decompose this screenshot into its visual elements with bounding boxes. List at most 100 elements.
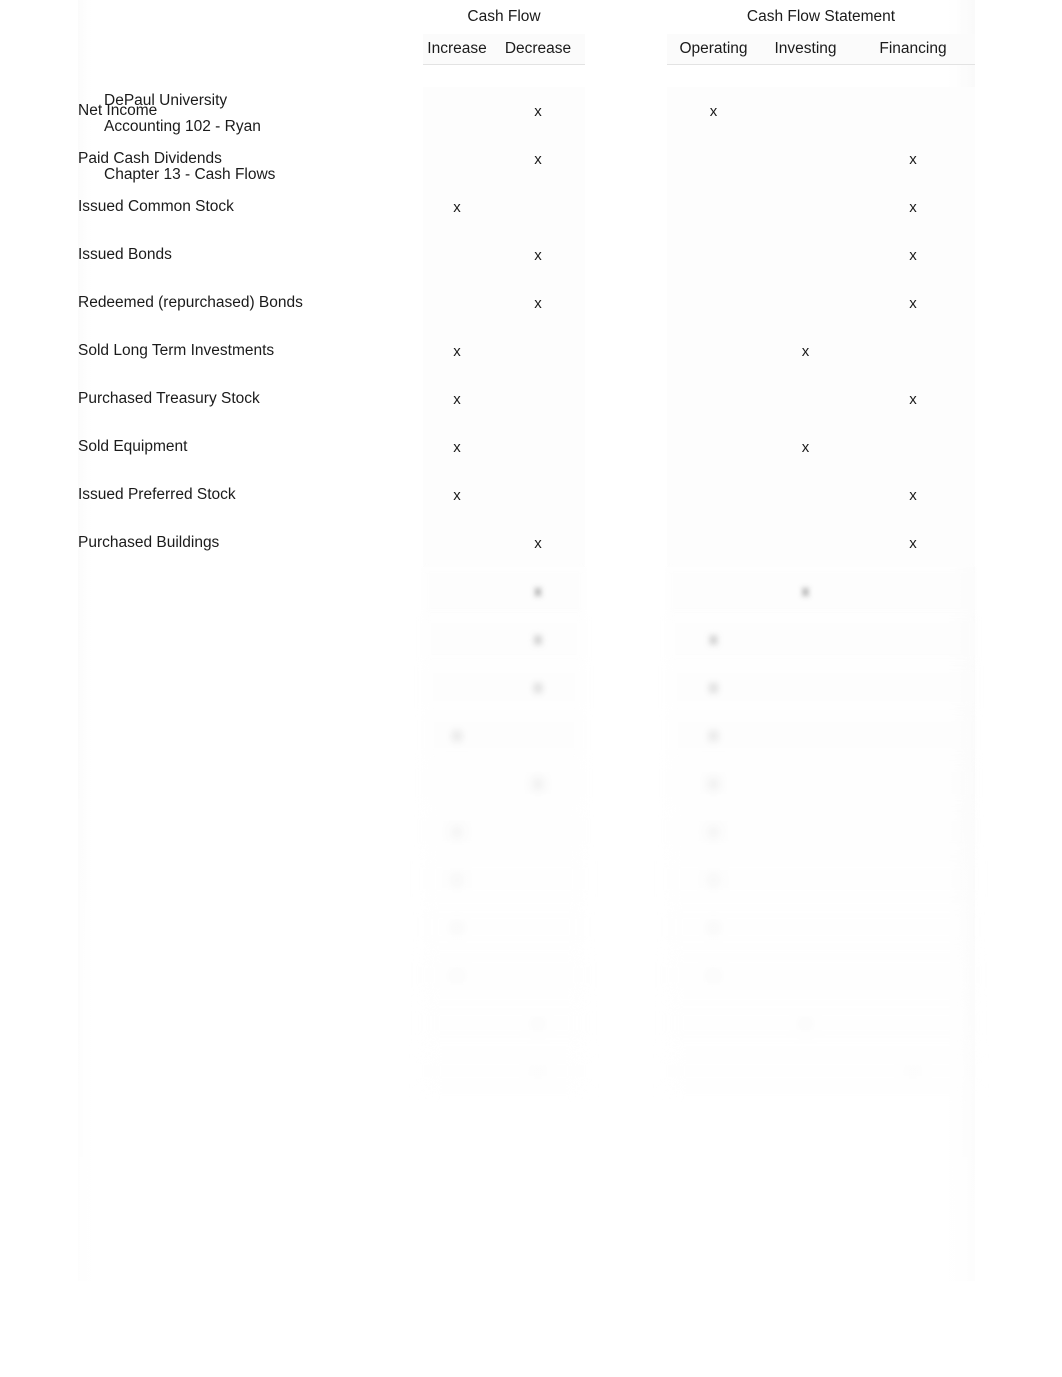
column-gap	[585, 951, 667, 999]
table-body: Net Income x x Paid Cash Dividends x x Issued …	[78, 87, 976, 1095]
mark-financing: x	[851, 519, 976, 567]
transaction-label: Paid Cash Dividends	[78, 150, 222, 167]
transaction-label	[78, 999, 423, 1047]
mark-increase: x	[423, 903, 491, 951]
mark-investing	[760, 711, 851, 759]
mark-financing: x	[851, 1047, 976, 1095]
mark-increase	[423, 759, 491, 807]
mark-financing: x	[851, 135, 976, 183]
mark-investing	[760, 951, 851, 999]
transaction-label	[78, 615, 423, 663]
mark-increase: x	[423, 471, 491, 519]
mark-decrease: x	[491, 759, 585, 807]
table-row: xx	[78, 663, 976, 711]
mark-increase	[423, 87, 491, 135]
column-gap	[585, 807, 667, 855]
mark-increase: x	[423, 423, 491, 471]
mark-increase: x	[423, 807, 491, 855]
mark-investing	[760, 135, 851, 183]
mark-operating	[667, 231, 760, 279]
mark-decrease: x	[491, 519, 585, 567]
table-row: Net Income x x	[78, 87, 976, 135]
mark-financing	[851, 903, 976, 951]
column-gap	[585, 135, 667, 183]
transaction-label: Issued Common Stock	[78, 198, 234, 215]
column-header-row: Increase Decrease Operating Investing Fi…	[78, 34, 976, 65]
table-row: xx	[78, 951, 976, 999]
group-header-gap	[585, 0, 667, 34]
mark-increase: x	[423, 327, 491, 375]
mark-decrease: x	[491, 663, 585, 711]
mark-operating	[667, 327, 760, 375]
mark-investing	[760, 1047, 851, 1095]
mark-investing	[760, 663, 851, 711]
column-gap	[585, 423, 667, 471]
mark-operating: x	[667, 903, 760, 951]
mark-decrease: x	[491, 135, 585, 183]
mark-increase	[423, 279, 491, 327]
transaction-label: Redeemed (repurchased) Bonds	[78, 294, 303, 311]
mark-operating	[667, 183, 760, 231]
transaction-label	[78, 855, 423, 903]
transaction-label: Purchased Buildings	[78, 534, 220, 551]
column-header-decrease: Decrease	[491, 34, 585, 65]
column-gap	[585, 279, 667, 327]
mark-increase	[423, 615, 491, 663]
table-row: Issued Common Stock x x	[78, 183, 976, 231]
page-background-below-sheet	[0, 1281, 1062, 1377]
mark-increase: x	[423, 711, 491, 759]
column-gap	[585, 663, 667, 711]
mark-increase	[423, 231, 491, 279]
column-gap	[585, 1047, 667, 1095]
mark-increase	[423, 567, 491, 615]
column-gap	[585, 759, 667, 807]
transaction-label	[78, 711, 423, 759]
mark-investing	[760, 279, 851, 327]
column-gap	[585, 615, 667, 663]
mark-financing	[851, 423, 976, 471]
mark-operating	[667, 567, 760, 615]
mark-increase: x	[423, 951, 491, 999]
transaction-label: Net Income	[78, 102, 158, 119]
mark-operating: x	[667, 615, 760, 663]
mark-decrease	[491, 711, 585, 759]
mark-financing: x	[851, 471, 976, 519]
group-header-row: Cash Flow Cash Flow Statement	[78, 0, 975, 34]
column-gap	[585, 855, 667, 903]
transaction-label	[78, 759, 423, 807]
mark-investing	[760, 519, 851, 567]
mark-decrease	[491, 807, 585, 855]
mark-decrease: x	[491, 999, 585, 1047]
mark-financing: x	[851, 231, 976, 279]
transaction-label: Sold Long Term Investments	[78, 342, 275, 359]
transaction-label: Purchased Treasury Stock	[78, 390, 260, 407]
mark-operating: x	[667, 951, 760, 999]
mark-financing: x	[851, 183, 976, 231]
mark-financing	[851, 567, 976, 615]
mark-operating: x	[667, 87, 760, 135]
mark-decrease	[491, 471, 585, 519]
mark-investing: x	[760, 567, 851, 615]
mark-financing	[851, 711, 976, 759]
mark-increase	[423, 999, 491, 1047]
mark-investing: x	[760, 999, 851, 1047]
table-row: xx	[78, 807, 976, 855]
table-row: xx	[78, 711, 976, 759]
document-sheet: DePaul University Accounting 102 - Ryan …	[78, 0, 976, 1281]
mark-operating	[667, 423, 760, 471]
column-gap	[585, 375, 667, 423]
table-row: xx	[78, 999, 976, 1047]
table-row: Issued Bonds x x	[78, 231, 976, 279]
mark-operating	[667, 471, 760, 519]
table-row: xx	[78, 759, 976, 807]
mark-increase: x	[423, 183, 491, 231]
mark-investing	[760, 759, 851, 807]
column-header-transaction	[78, 34, 423, 65]
column-gap	[585, 519, 667, 567]
column-gap	[585, 711, 667, 759]
column-gap	[585, 903, 667, 951]
group-header-cash-flow-statement: Cash Flow Statement	[746, 8, 896, 25]
mark-operating: x	[667, 807, 760, 855]
mark-investing	[760, 615, 851, 663]
mark-decrease	[491, 375, 585, 423]
